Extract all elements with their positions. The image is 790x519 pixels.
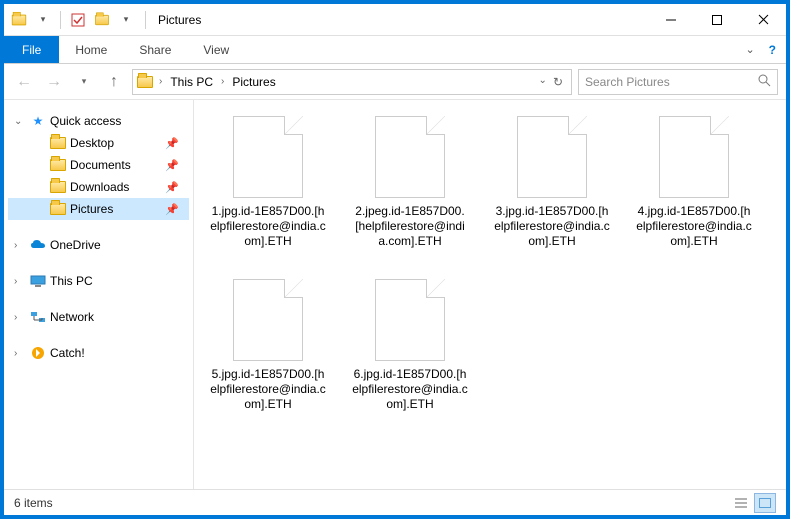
- location-folder-icon: [137, 74, 153, 90]
- folder-icon: [50, 179, 66, 195]
- pin-icon: 📌: [165, 137, 189, 150]
- file-name: 3.jpg.id-1E857D00.[helpfilerestore@india…: [494, 204, 610, 249]
- sidebar-item-catch[interactable]: › Catch!: [8, 342, 189, 364]
- folder-icon: [50, 135, 66, 151]
- file-thumbnail: [233, 279, 303, 361]
- file-item[interactable]: 4.jpg.id-1E857D00.[helpfilerestore@india…: [636, 116, 752, 249]
- address-dropdown-icon[interactable]: ⌄: [539, 75, 547, 89]
- search-placeholder: Search Pictures: [585, 75, 670, 89]
- catch-icon: [30, 345, 46, 361]
- sidebar-item-downloads[interactable]: Downloads 📌: [8, 176, 189, 198]
- refresh-icon[interactable]: ↻: [553, 75, 563, 89]
- file-name: 6.jpg.id-1E857D00.[helpfilerestore@india…: [352, 367, 468, 412]
- tree-label: Desktop: [70, 136, 114, 150]
- pin-icon: 📌: [165, 159, 189, 172]
- file-item[interactable]: 6.jpg.id-1E857D00.[helpfilerestore@india…: [352, 279, 468, 412]
- new-folder-icon[interactable]: [91, 9, 113, 31]
- tab-home[interactable]: Home: [59, 36, 123, 63]
- network-icon: [30, 309, 46, 325]
- search-input[interactable]: Search Pictures: [578, 69, 778, 95]
- tree-label: Pictures: [70, 202, 113, 216]
- thispc-icon: [30, 273, 46, 289]
- back-button[interactable]: ←: [12, 70, 36, 94]
- file-item[interactable]: 2.jpeg.id-1E857D00.[helpfilerestore@indi…: [352, 116, 468, 249]
- details-view-button[interactable]: [730, 493, 752, 513]
- folder-icon: [50, 157, 66, 173]
- maximize-button[interactable]: [694, 5, 740, 35]
- sidebar-item-desktop[interactable]: Desktop 📌: [8, 132, 189, 154]
- file-name: 5.jpg.id-1E857D00.[helpfilerestore@india…: [210, 367, 326, 412]
- properties-icon[interactable]: [67, 9, 89, 31]
- tree-label: This PC: [50, 274, 93, 288]
- pin-icon: 📌: [165, 203, 189, 216]
- navigation-pane: ⌄ ★ Quick access Desktop📌Documents📌Downl…: [4, 100, 194, 489]
- file-name: 1.jpg.id-1E857D00.[helpfilerestore@india…: [210, 204, 326, 249]
- search-icon[interactable]: [758, 74, 771, 90]
- expand-icon[interactable]: ›: [14, 348, 26, 359]
- chevron-right-icon[interactable]: ›: [219, 76, 226, 87]
- file-item[interactable]: 5.jpg.id-1E857D00.[helpfilerestore@india…: [210, 279, 326, 412]
- tree-label: Downloads: [70, 180, 129, 194]
- expand-icon[interactable]: ›: [14, 312, 26, 323]
- file-list[interactable]: 1.jpg.id-1E857D00.[helpfilerestore@india…: [194, 100, 786, 489]
- window-title: Pictures: [150, 13, 201, 27]
- sidebar-item-pictures[interactable]: Pictures 📌: [8, 198, 189, 220]
- sidebar-item-thispc[interactable]: › This PC: [8, 270, 189, 292]
- file-name: 2.jpeg.id-1E857D00.[helpfilerestore@indi…: [352, 204, 468, 249]
- qat-dropdown-icon[interactable]: ▾: [32, 9, 54, 31]
- pin-icon: 📌: [165, 181, 189, 194]
- qat-customize-icon[interactable]: ▾: [115, 9, 137, 31]
- minimize-button[interactable]: [648, 5, 694, 35]
- file-thumbnail: [375, 116, 445, 198]
- recent-locations-icon[interactable]: ▾: [72, 70, 96, 94]
- expand-icon[interactable]: ›: [14, 276, 26, 287]
- file-thumbnail: [233, 116, 303, 198]
- tree-quick-access[interactable]: ⌄ ★ Quick access: [8, 110, 189, 132]
- star-icon: ★: [30, 113, 46, 129]
- breadcrumb-pictures[interactable]: Pictures: [230, 75, 277, 89]
- sidebar-item-network[interactable]: › Network: [8, 306, 189, 328]
- thumbnails-view-button[interactable]: [754, 493, 776, 513]
- file-thumbnail: [375, 279, 445, 361]
- close-button[interactable]: [740, 5, 786, 35]
- tab-share[interactable]: Share: [123, 36, 187, 63]
- tree-label: Network: [50, 310, 94, 324]
- ribbon: File Home Share View ⌄ ?: [4, 36, 786, 64]
- sidebar-item-documents[interactable]: Documents 📌: [8, 154, 189, 176]
- folder-icon: [50, 201, 66, 217]
- explorer-icon: [8, 9, 30, 31]
- status-bar: 6 items: [4, 489, 786, 515]
- chevron-right-icon[interactable]: ›: [157, 76, 164, 87]
- expand-icon[interactable]: ›: [14, 240, 26, 251]
- tree-label: Documents: [70, 158, 131, 172]
- forward-button[interactable]: →: [42, 70, 66, 94]
- onedrive-icon: [30, 237, 46, 253]
- navigation-bar: ← → ▾ ↑ › This PC › Pictures ⌄ ↻ Search …: [4, 64, 786, 100]
- tree-label: Quick access: [50, 114, 121, 128]
- breadcrumb-this-pc[interactable]: This PC: [168, 75, 215, 89]
- collapse-icon[interactable]: ⌄: [14, 116, 26, 127]
- status-text: 6 items: [14, 496, 53, 510]
- explorer-body: ⌄ ★ Quick access Desktop📌Documents📌Downl…: [4, 100, 786, 489]
- file-thumbnail: [659, 116, 729, 198]
- file-thumbnail: [517, 116, 587, 198]
- address-bar[interactable]: › This PC › Pictures ⌄ ↻: [132, 69, 572, 95]
- up-button[interactable]: ↑: [102, 70, 126, 94]
- title-bar: ▾ ▾ Pictures: [4, 4, 786, 36]
- file-name: 4.jpg.id-1E857D00.[helpfilerestore@india…: [636, 204, 752, 249]
- file-tab[interactable]: File: [4, 36, 59, 63]
- window-controls: [648, 5, 786, 35]
- quick-access-toolbar: ▾ ▾: [4, 9, 141, 31]
- tree-label: Catch!: [50, 346, 85, 360]
- help-icon[interactable]: ?: [769, 43, 776, 57]
- ribbon-expand-icon[interactable]: ⌄: [745, 43, 754, 56]
- sidebar-item-onedrive[interactable]: › OneDrive: [8, 234, 189, 256]
- file-item[interactable]: 1.jpg.id-1E857D00.[helpfilerestore@india…: [210, 116, 326, 249]
- file-item[interactable]: 3.jpg.id-1E857D00.[helpfilerestore@india…: [494, 116, 610, 249]
- tree-label: OneDrive: [50, 238, 101, 252]
- tab-view[interactable]: View: [187, 36, 245, 63]
